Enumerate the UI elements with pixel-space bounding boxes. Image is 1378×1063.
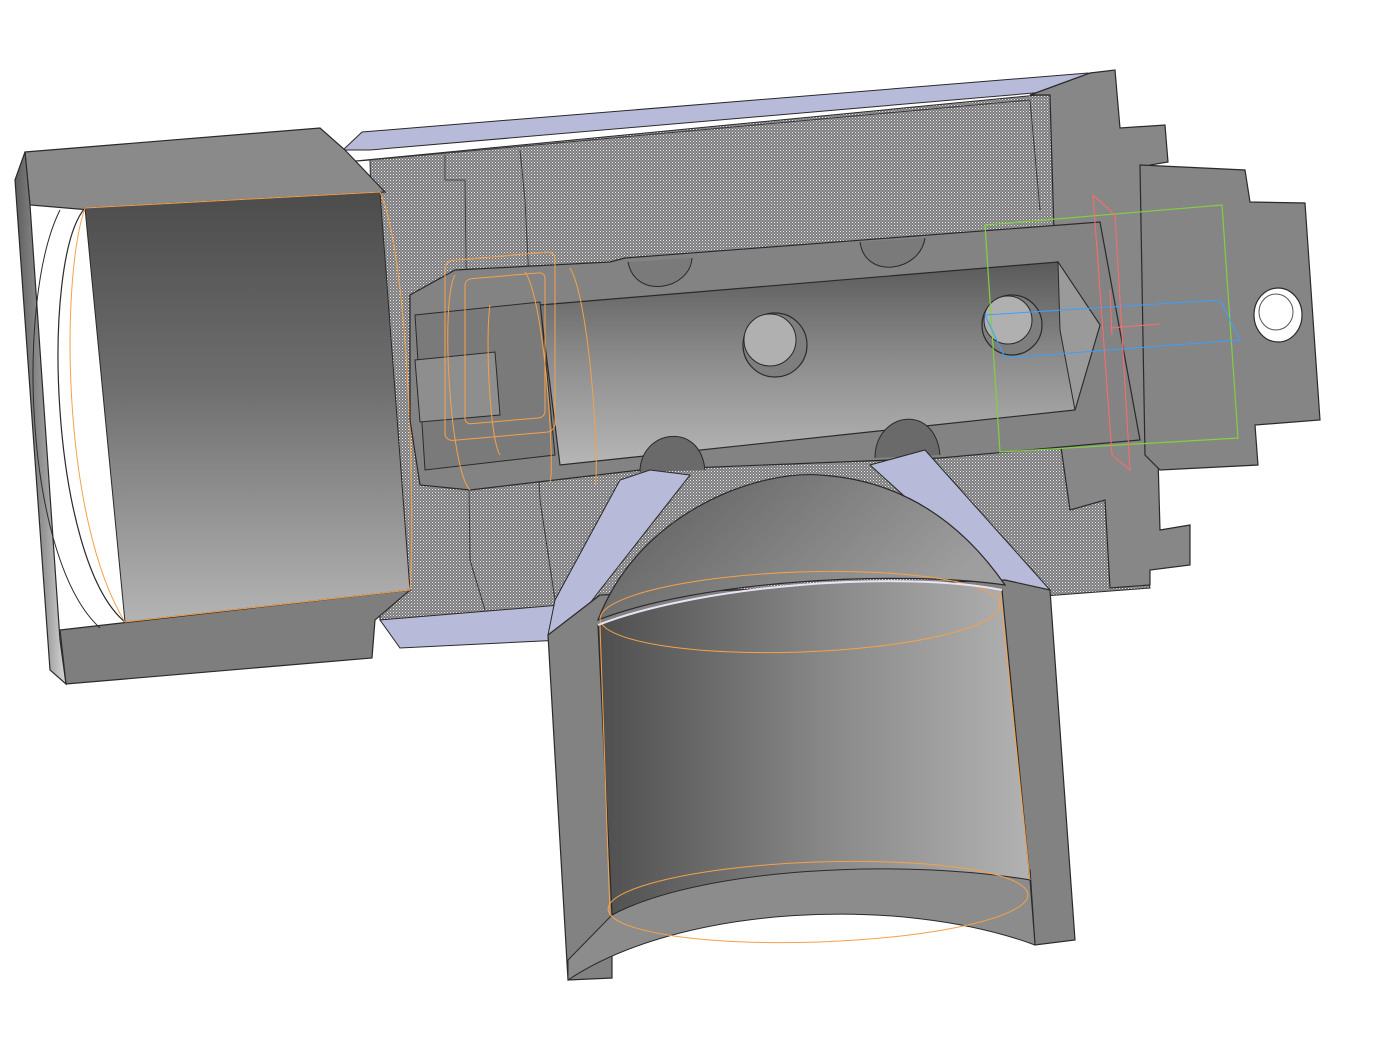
outlet-bore [597, 580, 1031, 916]
section-view-model[interactable] [0, 0, 1378, 1063]
bottom-outlet-branch[interactable] [547, 449, 1076, 981]
cad-3d-viewport[interactable] [0, 0, 1378, 1063]
left-bore [84, 191, 411, 623]
left-nut-outer [14, 151, 67, 686]
left-nut[interactable] [14, 127, 413, 686]
